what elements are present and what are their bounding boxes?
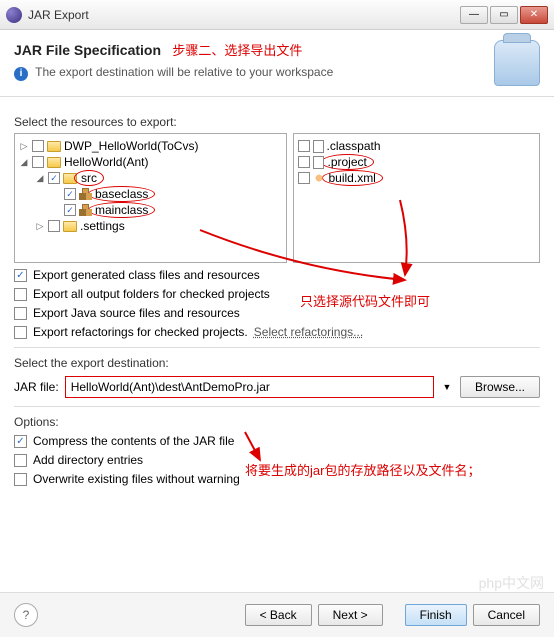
file-icon [313,156,324,169]
tree-item[interactable]: .project [298,154,536,170]
export-source-row[interactable]: Export Java source files and resources [14,306,540,320]
close-button[interactable]: ✕ [520,6,548,24]
checkbox-icon[interactable] [14,326,27,339]
eclipse-icon [6,7,22,23]
tree-item-label: .classpath [327,139,381,153]
export-output-label: Export all output folders for checked pr… [33,287,270,301]
dialog-footer: ? < Back Next > Finish Cancel [0,592,554,637]
tree-item[interactable]: baseclass [19,186,282,202]
next-button[interactable]: Next > [318,604,383,626]
annotation-step: 步骤二、选择导出文件 [172,43,302,58]
jar-icon [494,40,540,86]
titlebar: JAR Export — ▭ ✕ [0,0,554,30]
export-refactor-row[interactable]: Export refactorings for checked projects… [14,325,540,339]
compress-label: Compress the contents of the JAR file [33,434,234,448]
page-title: JAR File Specification [14,42,161,58]
minimize-button[interactable]: — [460,6,488,24]
tree-item-label: .project [327,155,368,169]
header-subtitle: The export destination will be relative … [35,65,333,79]
tree-item[interactable]: ▷ DWP_HelloWorld(ToCvs) [19,138,282,154]
watermark: php中文网 [479,573,544,593]
tree-item[interactable]: ▷ .settings [19,218,282,234]
tree-item[interactable]: .classpath [298,138,536,154]
resource-tree-right[interactable]: .classpath .project build.xml [293,133,541,263]
tree-item-label: mainclass [94,203,149,217]
expander-icon[interactable]: ◢ [19,157,29,168]
checkbox-icon[interactable] [14,288,27,301]
destination-label: Select the export destination: [14,356,540,370]
folder-icon [47,157,61,168]
checkbox-icon[interactable] [298,140,310,152]
tree-item[interactable]: build.xml [298,170,536,186]
help-button[interactable]: ? [14,603,38,627]
checkbox-icon[interactable] [14,435,27,448]
cancel-button[interactable]: Cancel [473,604,540,626]
jar-file-label: JAR file: [14,380,59,394]
tree-item[interactable]: ◢ HelloWorld(Ant) [19,154,282,170]
tree-item-label: DWP_HelloWorld(ToCvs) [64,139,198,153]
export-output-row[interactable]: Export all output folders for checked pr… [14,287,540,301]
expander-icon[interactable]: ▷ [35,221,45,232]
adddir-label: Add directory entries [33,453,143,467]
overwrite-label: Overwrite existing files without warning [33,472,240,486]
resources-label: Select the resources to export: [14,115,540,129]
maximize-button[interactable]: ▭ [490,6,518,24]
folder-icon [47,141,61,152]
checkbox-icon[interactable] [32,156,44,168]
dropdown-icon[interactable]: ▼ [440,382,454,392]
tree-item-label: HelloWorld(Ant) [64,155,148,169]
checkbox-icon[interactable] [64,188,76,200]
checkbox-icon[interactable] [64,204,76,216]
package-icon [79,204,91,216]
checkbox-icon[interactable] [14,454,27,467]
jar-file-input[interactable]: HelloWorld(Ant)\dest\AntDemoPro.jar [65,376,434,398]
checkbox-icon[interactable] [14,307,27,320]
checkbox-icon[interactable] [48,172,60,184]
checkbox-icon[interactable] [48,220,60,232]
folder-icon [63,221,77,232]
window-title: JAR Export [28,8,460,22]
select-refactorings-link[interactable]: Select refactorings... [254,325,363,339]
options-label: Options: [14,415,540,429]
export-source-label: Export Java source files and resources [33,306,240,320]
annotation-source-only: 只选择源代码文件即可 [300,291,430,310]
file-icon [313,140,324,153]
export-generated-row[interactable]: Export generated class files and resourc… [14,268,540,282]
tree-item-label: .settings [80,219,125,233]
checkbox-icon[interactable] [298,156,310,168]
tree-item[interactable]: mainclass [19,202,282,218]
compress-row[interactable]: Compress the contents of the JAR file [14,434,540,448]
checkbox-icon[interactable] [14,269,27,282]
annotation-jar-path: 将要生成的jar包的存放路径以及文件名； [245,460,480,479]
dialog-header: JAR File Specification 步骤二、选择导出文件 i The … [0,30,554,97]
package-icon [79,188,91,200]
ant-icon [313,172,325,184]
tree-item-label: baseclass [94,187,149,201]
back-button[interactable]: < Back [245,604,312,626]
export-refactor-label: Export refactorings for checked projects… [33,325,248,339]
checkbox-icon[interactable] [32,140,44,152]
info-icon: i [14,67,28,81]
finish-button[interactable]: Finish [405,604,467,626]
checkbox-icon[interactable] [14,473,27,486]
expander-icon[interactable]: ▷ [19,141,29,152]
browse-button[interactable]: Browse... [460,376,540,398]
checkbox-icon[interactable] [298,172,310,184]
export-generated-label: Export generated class files and resourc… [33,268,260,282]
tree-item-label: build.xml [328,171,377,185]
expander-icon[interactable]: ◢ [35,173,45,184]
tree-item[interactable]: ◢ src [19,170,282,186]
resource-tree-left[interactable]: ▷ DWP_HelloWorld(ToCvs) ◢ HelloWorld(Ant) ◢ s… [14,133,287,263]
tree-item-label: src [80,171,98,185]
